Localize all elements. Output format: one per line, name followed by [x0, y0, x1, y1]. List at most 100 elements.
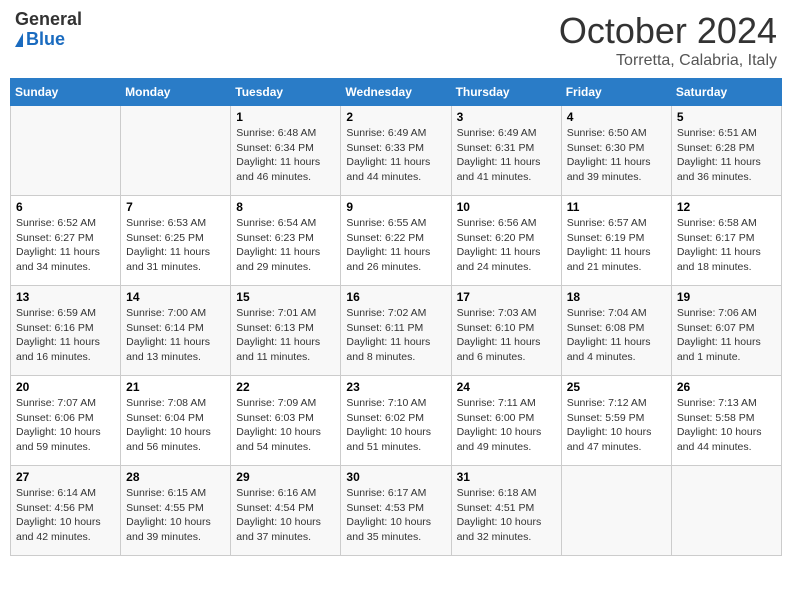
day-number: 24: [457, 380, 556, 394]
calendar-day-cell: 11 Sunrise: 6:57 AM Sunset: 6:19 PM Dayli…: [561, 196, 671, 286]
day-info: Sunrise: 6:57 AM Sunset: 6:19 PM Dayligh…: [567, 216, 666, 275]
calendar-day-cell: 4Sunrise: 6:50 AM Sunset: 6:30 PM Daylig…: [561, 106, 671, 196]
day-number: 6: [16, 200, 115, 214]
calendar-day-cell: 22Sunrise: 7:09 AM Sunset: 6:03 PM Dayli…: [231, 376, 341, 466]
day-info: Sunrise: 7:12 AM Sunset: 5:59 PM Dayligh…: [567, 396, 666, 455]
day-number: 16: [346, 290, 445, 304]
day-of-week-header: Wednesday: [341, 79, 451, 106]
calendar-week-row: 6 Sunrise: 6:52 AM Sunset: 6:27 PM Daylig…: [11, 196, 782, 286]
calendar-day-cell: 21 Sunrise: 7:08 AM Sunset: 6:04 PM Dayli…: [121, 376, 231, 466]
calendar-day-cell: 18 Sunrise: 7:04 AM Sunset: 6:08 PM Dayli…: [561, 286, 671, 376]
day-info: Sunrise: 6:18 AM Sunset: 4:51 PM Dayligh…: [457, 486, 556, 545]
day-number: 25: [567, 380, 666, 394]
calendar-day-cell: 15 Sunrise: 7:01 AM Sunset: 6:13 PM Dayli…: [231, 286, 341, 376]
day-number: 31: [457, 470, 556, 484]
page-header: General Blue October 2024 Torretta, Cala…: [10, 10, 782, 70]
title-block: October 2024 Torretta, Calabria, Italy: [559, 10, 777, 70]
day-info: Sunrise: 7:06 AM Sunset: 6:07 PM Dayligh…: [677, 306, 776, 365]
calendar-day-cell: 25 Sunrise: 7:12 AM Sunset: 5:59 PM Dayli…: [561, 376, 671, 466]
day-number: 28: [126, 470, 225, 484]
day-number: 29: [236, 470, 335, 484]
calendar-day-cell: 13 Sunrise: 6:59 AM Sunset: 6:16 PM Dayli…: [11, 286, 121, 376]
day-of-week-header: Monday: [121, 79, 231, 106]
day-number: 11: [567, 200, 666, 214]
day-number: 27: [16, 470, 115, 484]
day-number: 12: [677, 200, 776, 214]
calendar-day-cell: 6 Sunrise: 6:52 AM Sunset: 6:27 PM Daylig…: [11, 196, 121, 286]
day-number: 13: [16, 290, 115, 304]
day-info: Sunrise: 6:51 AM Sunset: 6:28 PM Dayligh…: [677, 126, 776, 185]
day-info: Sunrise: 6:50 AM Sunset: 6:30 PM Dayligh…: [567, 126, 666, 185]
day-info: Sunrise: 6:52 AM Sunset: 6:27 PM Dayligh…: [16, 216, 115, 275]
day-number: 18: [567, 290, 666, 304]
day-info: Sunrise: 7:08 AM Sunset: 6:04 PM Dayligh…: [126, 396, 225, 455]
logo-blue-text: Blue: [15, 30, 82, 50]
calendar-day-cell: 17 Sunrise: 7:03 AM Sunset: 6:10 PM Dayli…: [451, 286, 561, 376]
day-info: Sunrise: 6:59 AM Sunset: 6:16 PM Dayligh…: [16, 306, 115, 365]
calendar-day-cell: 16 Sunrise: 7:02 AM Sunset: 6:11 PM Dayli…: [341, 286, 451, 376]
day-info: Sunrise: 7:11 AM Sunset: 6:00 PM Dayligh…: [457, 396, 556, 455]
day-of-week-header: Sunday: [11, 79, 121, 106]
day-number: 26: [677, 380, 776, 394]
day-number: 10: [457, 200, 556, 214]
day-number: 5: [677, 110, 776, 124]
day-number: 9: [346, 200, 445, 214]
calendar-day-cell: 3Sunrise: 6:49 AM Sunset: 6:31 PM Daylig…: [451, 106, 561, 196]
calendar-day-cell: 29Sunrise: 6:16 AM Sunset: 4:54 PM Dayli…: [231, 466, 341, 556]
calendar-day-cell: 24 Sunrise: 7:11 AM Sunset: 6:00 PM Dayli…: [451, 376, 561, 466]
day-info: Sunrise: 6:56 AM Sunset: 6:20 PM Dayligh…: [457, 216, 556, 275]
calendar-week-row: 20 Sunrise: 7:07 AM Sunset: 6:06 PM Dayli…: [11, 376, 782, 466]
day-info: Sunrise: 7:04 AM Sunset: 6:08 PM Dayligh…: [567, 306, 666, 365]
calendar-day-cell: 26 Sunrise: 7:13 AM Sunset: 5:58 PM Dayli…: [671, 376, 781, 466]
day-info: Sunrise: 7:02 AM Sunset: 6:11 PM Dayligh…: [346, 306, 445, 365]
logo-triangle-icon: [15, 33, 23, 47]
calendar-table: SundayMondayTuesdayWednesdayThursdayFrid…: [10, 78, 782, 556]
day-info: Sunrise: 6:15 AM Sunset: 4:55 PM Dayligh…: [126, 486, 225, 545]
day-number: 15: [236, 290, 335, 304]
calendar-day-cell: 19 Sunrise: 7:06 AM Sunset: 6:07 PM Dayli…: [671, 286, 781, 376]
day-info: Sunrise: 7:01 AM Sunset: 6:13 PM Dayligh…: [236, 306, 335, 365]
day-info: Sunrise: 6:53 AM Sunset: 6:25 PM Dayligh…: [126, 216, 225, 275]
calendar-day-cell: 2 Sunrise: 6:49 AM Sunset: 6:33 PM Daylig…: [341, 106, 451, 196]
calendar-body: 1 Sunrise: 6:48 AM Sunset: 6:34 PM Daylig…: [11, 106, 782, 556]
calendar-week-row: 1 Sunrise: 6:48 AM Sunset: 6:34 PM Daylig…: [11, 106, 782, 196]
day-number: 8: [236, 200, 335, 214]
calendar-day-cell: 28 Sunrise: 6:15 AM Sunset: 4:55 PM Dayli…: [121, 466, 231, 556]
calendar-week-row: 27Sunrise: 6:14 AM Sunset: 4:56 PM Dayli…: [11, 466, 782, 556]
calendar-day-cell: [121, 106, 231, 196]
day-info: Sunrise: 7:09 AM Sunset: 6:03 PM Dayligh…: [236, 396, 335, 455]
day-of-week-header: Tuesday: [231, 79, 341, 106]
day-number: 7: [126, 200, 225, 214]
calendar-header: SundayMondayTuesdayWednesdayThursdayFrid…: [11, 79, 782, 106]
calendar-day-cell: [11, 106, 121, 196]
day-number: 19: [677, 290, 776, 304]
location-subtitle: Torretta, Calabria, Italy: [559, 52, 777, 70]
day-number: 2: [346, 110, 445, 124]
calendar-day-cell: 1 Sunrise: 6:48 AM Sunset: 6:34 PM Daylig…: [231, 106, 341, 196]
day-info: Sunrise: 6:49 AM Sunset: 6:31 PM Dayligh…: [457, 126, 556, 185]
day-number: 23: [346, 380, 445, 394]
day-number: 20: [16, 380, 115, 394]
calendar-week-row: 13 Sunrise: 6:59 AM Sunset: 6:16 PM Dayli…: [11, 286, 782, 376]
day-info: Sunrise: 6:48 AM Sunset: 6:34 PM Dayligh…: [236, 126, 335, 185]
calendar-day-cell: 5 Sunrise: 6:51 AM Sunset: 6:28 PM Daylig…: [671, 106, 781, 196]
day-number: 21: [126, 380, 225, 394]
day-info: Sunrise: 7:03 AM Sunset: 6:10 PM Dayligh…: [457, 306, 556, 365]
day-number: 1: [236, 110, 335, 124]
calendar-day-cell: 23Sunrise: 7:10 AM Sunset: 6:02 PM Dayli…: [341, 376, 451, 466]
calendar-day-cell: 8 Sunrise: 6:54 AM Sunset: 6:23 PM Daylig…: [231, 196, 341, 286]
day-info: Sunrise: 6:54 AM Sunset: 6:23 PM Dayligh…: [236, 216, 335, 275]
day-number: 17: [457, 290, 556, 304]
calendar-day-cell: 30Sunrise: 6:17 AM Sunset: 4:53 PM Dayli…: [341, 466, 451, 556]
day-of-week-header: Thursday: [451, 79, 561, 106]
month-title: October 2024: [559, 10, 777, 52]
calendar-day-cell: 7 Sunrise: 6:53 AM Sunset: 6:25 PM Daylig…: [121, 196, 231, 286]
calendar-day-cell: 14Sunrise: 7:00 AM Sunset: 6:14 PM Dayli…: [121, 286, 231, 376]
day-info: Sunrise: 7:13 AM Sunset: 5:58 PM Dayligh…: [677, 396, 776, 455]
calendar-day-cell: 10 Sunrise: 6:56 AM Sunset: 6:20 PM Dayli…: [451, 196, 561, 286]
day-info: Sunrise: 7:07 AM Sunset: 6:06 PM Dayligh…: [16, 396, 115, 455]
calendar-day-cell: 12Sunrise: 6:58 AM Sunset: 6:17 PM Dayli…: [671, 196, 781, 286]
day-info: Sunrise: 6:49 AM Sunset: 6:33 PM Dayligh…: [346, 126, 445, 185]
day-of-week-header: Saturday: [671, 79, 781, 106]
calendar-day-cell: 27Sunrise: 6:14 AM Sunset: 4:56 PM Dayli…: [11, 466, 121, 556]
